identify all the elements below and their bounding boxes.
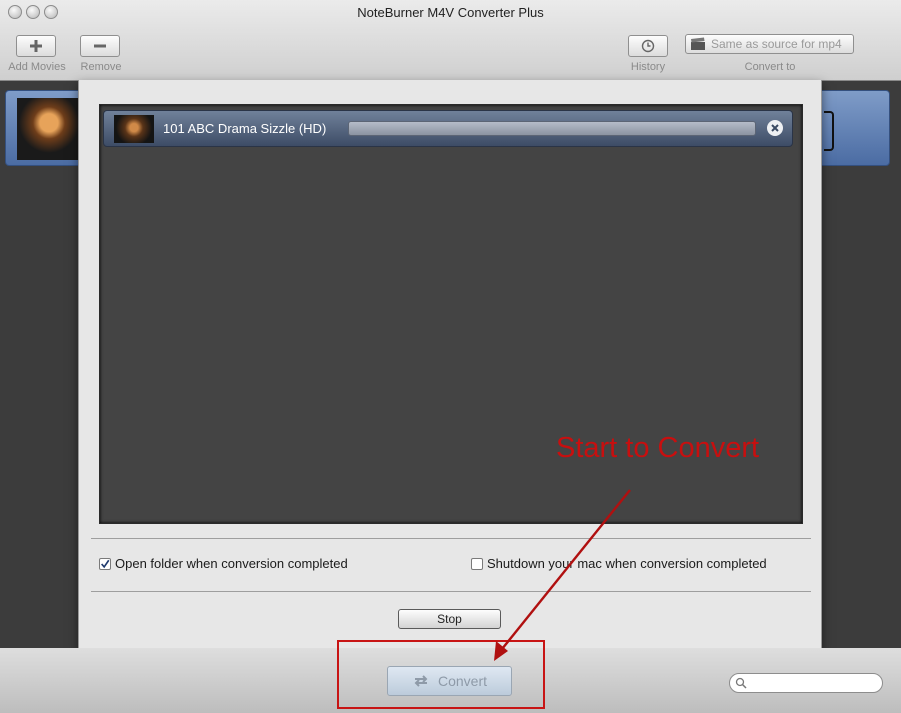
annotation-arrow xyxy=(494,489,631,661)
